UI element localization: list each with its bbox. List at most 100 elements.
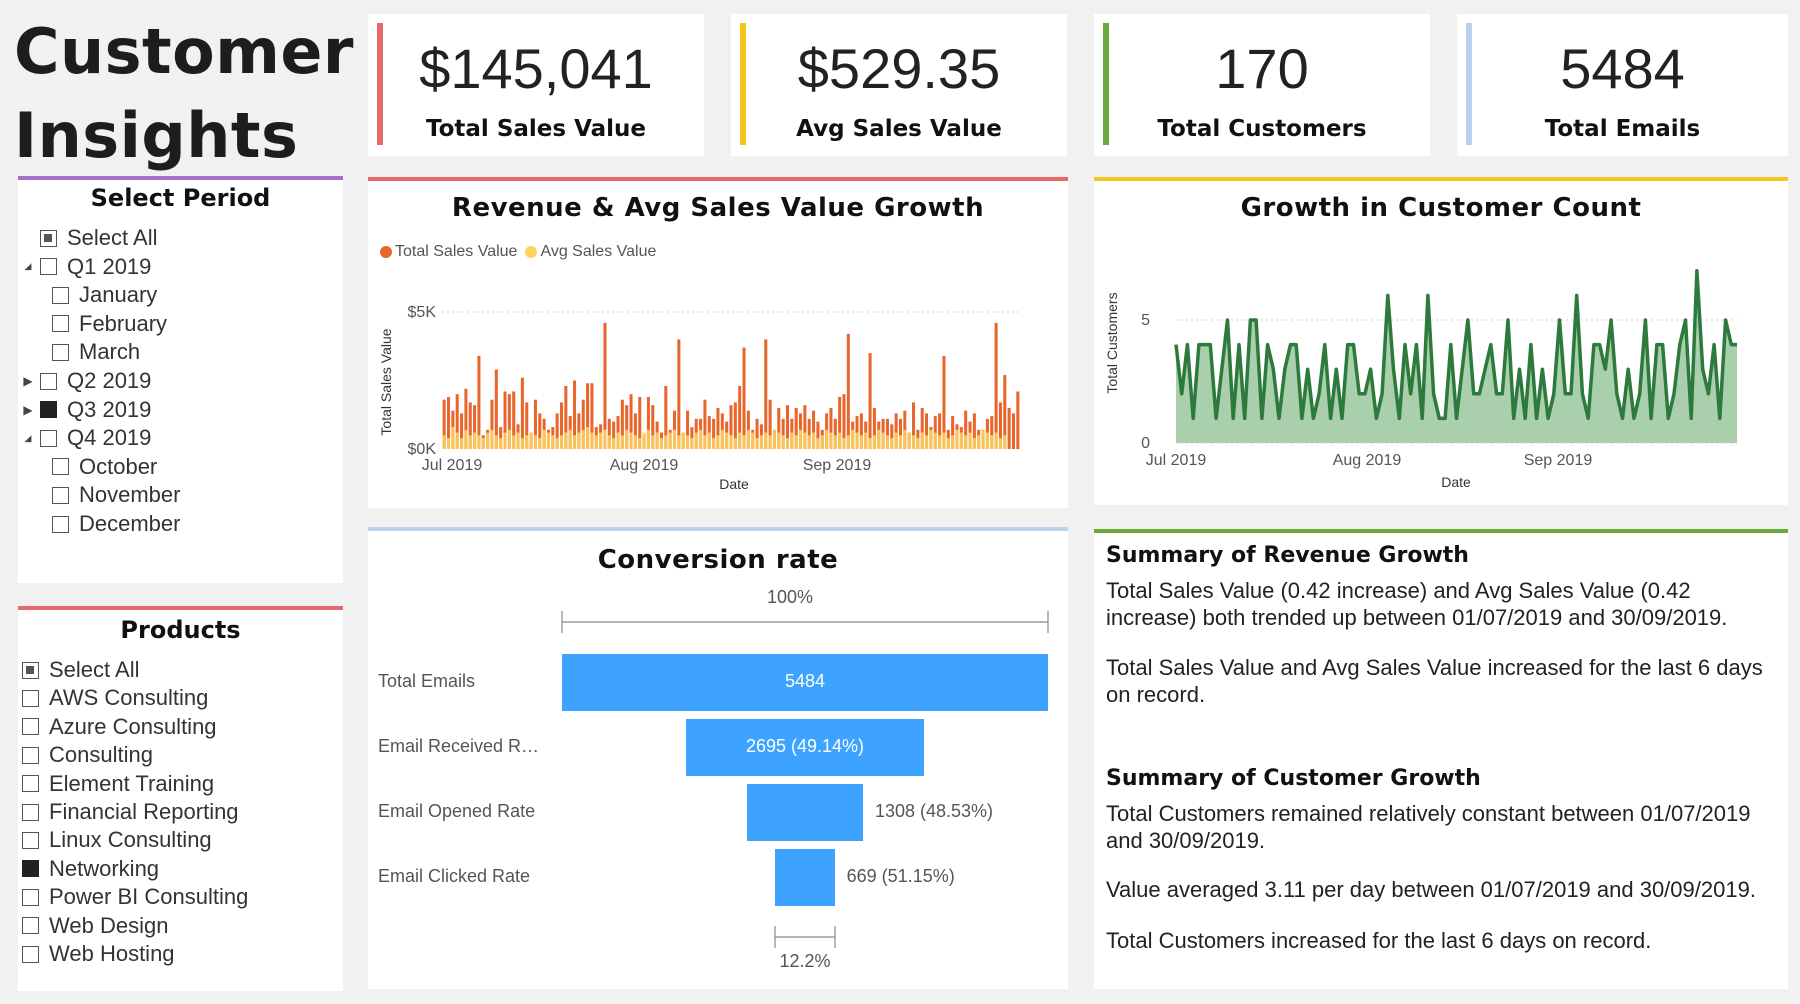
slicer-item-element-training[interactable]: Element Training bbox=[22, 771, 214, 797]
bar-avg-sales[interactable] bbox=[555, 438, 559, 449]
bar-avg-sales[interactable] bbox=[525, 435, 529, 449]
slicer-item-select-all[interactable]: Select All bbox=[22, 225, 158, 251]
bar-avg-sales[interactable] bbox=[959, 432, 963, 449]
checkbox[interactable] bbox=[22, 746, 39, 764]
kpi-card-avg-sales[interactable]: $529.35 Avg Sales Value bbox=[731, 14, 1067, 156]
bar-avg-sales[interactable] bbox=[872, 435, 876, 449]
slicer-item-q4-2019[interactable]: ◢ Q4 2019 bbox=[22, 425, 152, 451]
bar-avg-sales[interactable] bbox=[994, 432, 998, 449]
bar-avg-sales[interactable] bbox=[846, 435, 850, 449]
slicer-item-financial-reporting[interactable]: Financial Reporting bbox=[22, 799, 239, 825]
funnel-bar[interactable] bbox=[775, 849, 835, 906]
bar-total-sales[interactable] bbox=[477, 355, 481, 449]
slicer-item-q3-2019[interactable]: ▶ Q3 2019 bbox=[22, 397, 151, 423]
bar-avg-sales[interactable] bbox=[664, 435, 668, 449]
bar-avg-sales[interactable] bbox=[473, 432, 477, 449]
bar-avg-sales[interactable] bbox=[998, 438, 1002, 449]
bar-avg-sales[interactable] bbox=[538, 438, 542, 449]
bar-avg-sales[interactable] bbox=[581, 429, 585, 449]
slicer-item-january[interactable]: January bbox=[52, 282, 157, 308]
bar-avg-sales[interactable] bbox=[781, 435, 785, 449]
bar-avg-sales[interactable] bbox=[564, 432, 568, 449]
bar-avg-sales[interactable] bbox=[933, 432, 937, 449]
bar-avg-sales[interactable] bbox=[799, 429, 803, 449]
bar-avg-sales[interactable] bbox=[942, 432, 946, 449]
bar-avg-sales[interactable] bbox=[890, 438, 894, 449]
bar-avg-sales[interactable] bbox=[460, 438, 464, 449]
bar-avg-sales[interactable] bbox=[690, 438, 694, 449]
bar-avg-sales[interactable] bbox=[759, 435, 763, 449]
bar-avg-sales[interactable] bbox=[820, 435, 824, 449]
bar-avg-sales[interactable] bbox=[807, 435, 811, 449]
bar-avg-sales[interactable] bbox=[451, 427, 455, 449]
bar-avg-sales[interactable] bbox=[725, 432, 729, 449]
bar-avg-sales[interactable] bbox=[777, 432, 781, 449]
slicer-item-consulting[interactable]: Consulting bbox=[22, 742, 153, 768]
bar-total-sales[interactable] bbox=[1016, 391, 1020, 449]
checkbox[interactable] bbox=[22, 775, 39, 793]
bar-avg-sales[interactable] bbox=[898, 435, 903, 449]
revenue-chart-plot[interactable]: $5K $0K Total Sales Value Jul 2019 Aug 2… bbox=[368, 177, 1068, 508]
bar-total-sales[interactable] bbox=[1011, 413, 1015, 449]
bar-avg-sales[interactable] bbox=[746, 429, 750, 449]
bar-avg-sales[interactable] bbox=[503, 432, 507, 449]
bar-avg-sales[interactable] bbox=[490, 429, 494, 449]
bar-avg-sales[interactable] bbox=[729, 435, 733, 449]
bar-avg-sales[interactable] bbox=[712, 438, 716, 449]
bar-avg-sales[interactable] bbox=[851, 429, 855, 449]
bar-avg-sales[interactable] bbox=[559, 435, 564, 449]
bar-avg-sales[interactable] bbox=[629, 432, 633, 449]
checkbox[interactable] bbox=[52, 343, 69, 361]
bar-total-sales[interactable] bbox=[868, 353, 872, 449]
checkbox[interactable] bbox=[22, 803, 39, 821]
expanded-caret-icon[interactable]: ◢ bbox=[22, 433, 34, 444]
bar-avg-sales[interactable] bbox=[468, 435, 472, 449]
bar-avg-sales[interactable] bbox=[577, 432, 581, 449]
bar-avg-sales[interactable] bbox=[964, 435, 968, 449]
bar-avg-sales[interactable] bbox=[455, 432, 459, 449]
bar-avg-sales[interactable] bbox=[990, 435, 994, 449]
checkbox[interactable] bbox=[52, 458, 69, 476]
bar-total-sales[interactable] bbox=[994, 322, 998, 449]
bar-avg-sales[interactable] bbox=[642, 432, 646, 449]
checkbox[interactable] bbox=[40, 401, 57, 419]
bar-avg-sales[interactable] bbox=[977, 435, 981, 449]
bar-avg-sales[interactable] bbox=[803, 432, 807, 449]
checkbox[interactable] bbox=[40, 372, 57, 390]
checkbox[interactable] bbox=[52, 315, 69, 333]
bar-avg-sales[interactable] bbox=[542, 429, 546, 449]
bar-avg-sales[interactable] bbox=[907, 432, 911, 449]
bar-avg-sales[interactable] bbox=[616, 432, 620, 449]
bar-avg-sales[interactable] bbox=[590, 432, 594, 449]
slicer-item-q2-2019[interactable]: ▶ Q2 2019 bbox=[22, 368, 151, 394]
checkbox[interactable] bbox=[22, 888, 39, 906]
slicer-item-march[interactable]: March bbox=[52, 339, 140, 365]
slicer-item-web-design[interactable]: Web Design bbox=[22, 913, 168, 939]
slicer-item-networking[interactable]: Networking bbox=[22, 856, 159, 882]
bar-avg-sales[interactable] bbox=[668, 432, 672, 449]
bar-avg-sales[interactable] bbox=[681, 432, 685, 449]
bar-total-sales[interactable] bbox=[742, 347, 746, 449]
checkbox[interactable] bbox=[22, 917, 39, 935]
bar-avg-sales[interactable] bbox=[672, 429, 677, 449]
bar-avg-sales[interactable] bbox=[625, 429, 629, 449]
bar-avg-sales[interactable] bbox=[703, 435, 707, 449]
bar-avg-sales[interactable] bbox=[812, 432, 816, 449]
bar-avg-sales[interactable] bbox=[533, 435, 537, 449]
slicer-item-october[interactable]: October bbox=[52, 454, 157, 480]
bar-avg-sales[interactable] bbox=[512, 435, 516, 449]
bar-avg-sales[interactable] bbox=[638, 438, 642, 449]
bar-avg-sales[interactable] bbox=[568, 429, 572, 449]
bar-avg-sales[interactable] bbox=[925, 435, 929, 449]
bar-avg-sales[interactable] bbox=[677, 435, 681, 449]
bar-avg-sales[interactable] bbox=[764, 432, 768, 449]
funnel-bar[interactable] bbox=[747, 784, 863, 841]
bar-avg-sales[interactable] bbox=[981, 429, 985, 449]
bar-avg-sales[interactable] bbox=[516, 432, 520, 449]
bar-avg-sales[interactable] bbox=[785, 438, 790, 449]
kpi-card-total-sales[interactable]: $145,041 Total Sales Value bbox=[368, 14, 704, 156]
bar-avg-sales[interactable] bbox=[546, 432, 550, 449]
bar-avg-sales[interactable] bbox=[881, 432, 885, 449]
expanded-caret-icon[interactable]: ◢ bbox=[22, 261, 34, 272]
checkbox[interactable] bbox=[40, 258, 57, 276]
